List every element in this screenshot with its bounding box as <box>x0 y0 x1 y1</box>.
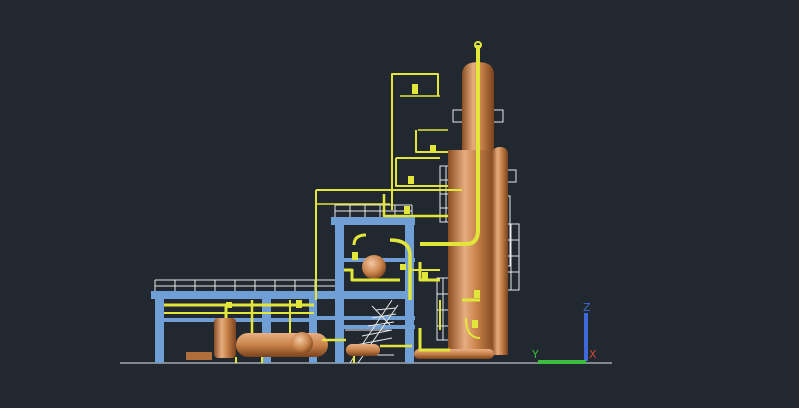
ucs-y-axis <box>538 360 586 364</box>
ucs-z-axis <box>584 313 588 361</box>
plant-3d-model[interactable]: Z Y X <box>0 0 799 408</box>
model-viewport[interactable]: Z Y X <box>0 0 799 408</box>
ucs-x-label: X <box>589 348 597 361</box>
ucs-icon[interactable]: Z Y X <box>531 301 597 364</box>
ucs-y-label: Y <box>531 348 539 361</box>
ucs-z-label: Z <box>583 301 591 314</box>
process-piping <box>164 41 482 363</box>
